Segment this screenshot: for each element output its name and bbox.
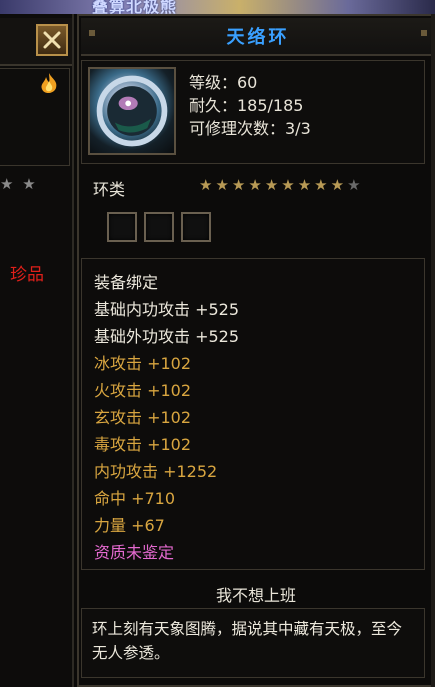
star-icon: ★: [314, 176, 328, 194]
flame-icon: [41, 73, 57, 94]
attribute-line: 毒攻击 +102: [94, 435, 192, 454]
attribute-line: 火攻击 +102: [94, 381, 192, 400]
attribute-line: 资质未鉴定: [94, 543, 175, 562]
left-panel: ★ ★ 珍品: [0, 14, 74, 687]
star-icon: ★: [347, 176, 361, 194]
ring-item-icon[interactable]: [88, 67, 176, 155]
title-bar: 天络环: [81, 18, 435, 56]
star-icon: ★: [330, 176, 345, 194]
star-icon: ★: [199, 176, 213, 194]
star-icon: ★: [248, 176, 262, 194]
attribute-line: 力量 +67: [94, 516, 165, 535]
left-item-box: [0, 68, 70, 166]
right-edge: [431, 14, 435, 687]
item-name: 天络环: [226, 27, 290, 48]
ring-icon: [96, 75, 168, 147]
item-type: 环类: [93, 180, 126, 199]
star-icon: ★: [264, 176, 279, 194]
star-icon: ★: [215, 176, 229, 194]
background-banner: 叠算北极熊: [0, 0, 435, 16]
socket-slot[interactable]: [181, 212, 211, 242]
attribute-line: 冰攻击 +102: [94, 354, 192, 373]
attribute-line: 基础外功攻击 +525: [94, 327, 240, 346]
attribute-list: 装备绑定基础内功攻击 +525 基础外功攻击 +525 冰攻击 +102 火攻击 +1…: [81, 258, 425, 570]
socket-slot[interactable]: [107, 212, 137, 242]
attribute-line: 内功攻击 +1252: [94, 462, 218, 481]
attribute-line: 基础内功攻击 +525: [94, 300, 240, 319]
item-level: 等级：60: [189, 73, 258, 92]
attribute-line: 玄攻击 +102: [94, 408, 192, 427]
star-icon: ★: [231, 176, 246, 194]
attribute-line: 命中 +710: [94, 489, 176, 508]
attribute-line: 装备绑定: [94, 273, 159, 292]
item-info-box: 等级：60 耐久：185/185 可修理次数：3/3: [81, 60, 425, 164]
item-repair-count: 可修理次数：3/3: [189, 119, 311, 138]
game-tooltip-screen: 叠算北极熊 ★ ★ 珍品 天络环 等级：60 耐久：185/185 可修理次数：…: [0, 0, 435, 687]
rarity-label: 珍品: [10, 265, 44, 285]
socket-slot[interactable]: [144, 212, 174, 242]
item-tooltip: 天络环 等级：60 耐久：185/185 可修理次数：3/3 环类 ★ ★ ★ ★ ★ ★…: [77, 14, 435, 687]
close-button[interactable]: [36, 24, 68, 56]
star-rating: ★ ★ ★ ★ ★ ★ ★ ★ ★ ★: [199, 176, 361, 194]
corner-ornament: [421, 30, 427, 36]
left-panel-header: [0, 18, 72, 66]
star-icon: ★: [281, 176, 295, 194]
maker-name: 我不想上班: [215, 586, 296, 605]
socket-slots: [107, 212, 211, 242]
star-icon: ★: [297, 176, 312, 194]
close-icon: [43, 31, 61, 49]
left-star-rating: ★ ★: [0, 175, 38, 193]
item-description: 环上刻有天象图腾，据说其中藏有天极，至今无人参透。: [81, 608, 425, 678]
corner-ornament: [89, 30, 95, 36]
item-durability: 耐久：185/185: [189, 96, 304, 115]
